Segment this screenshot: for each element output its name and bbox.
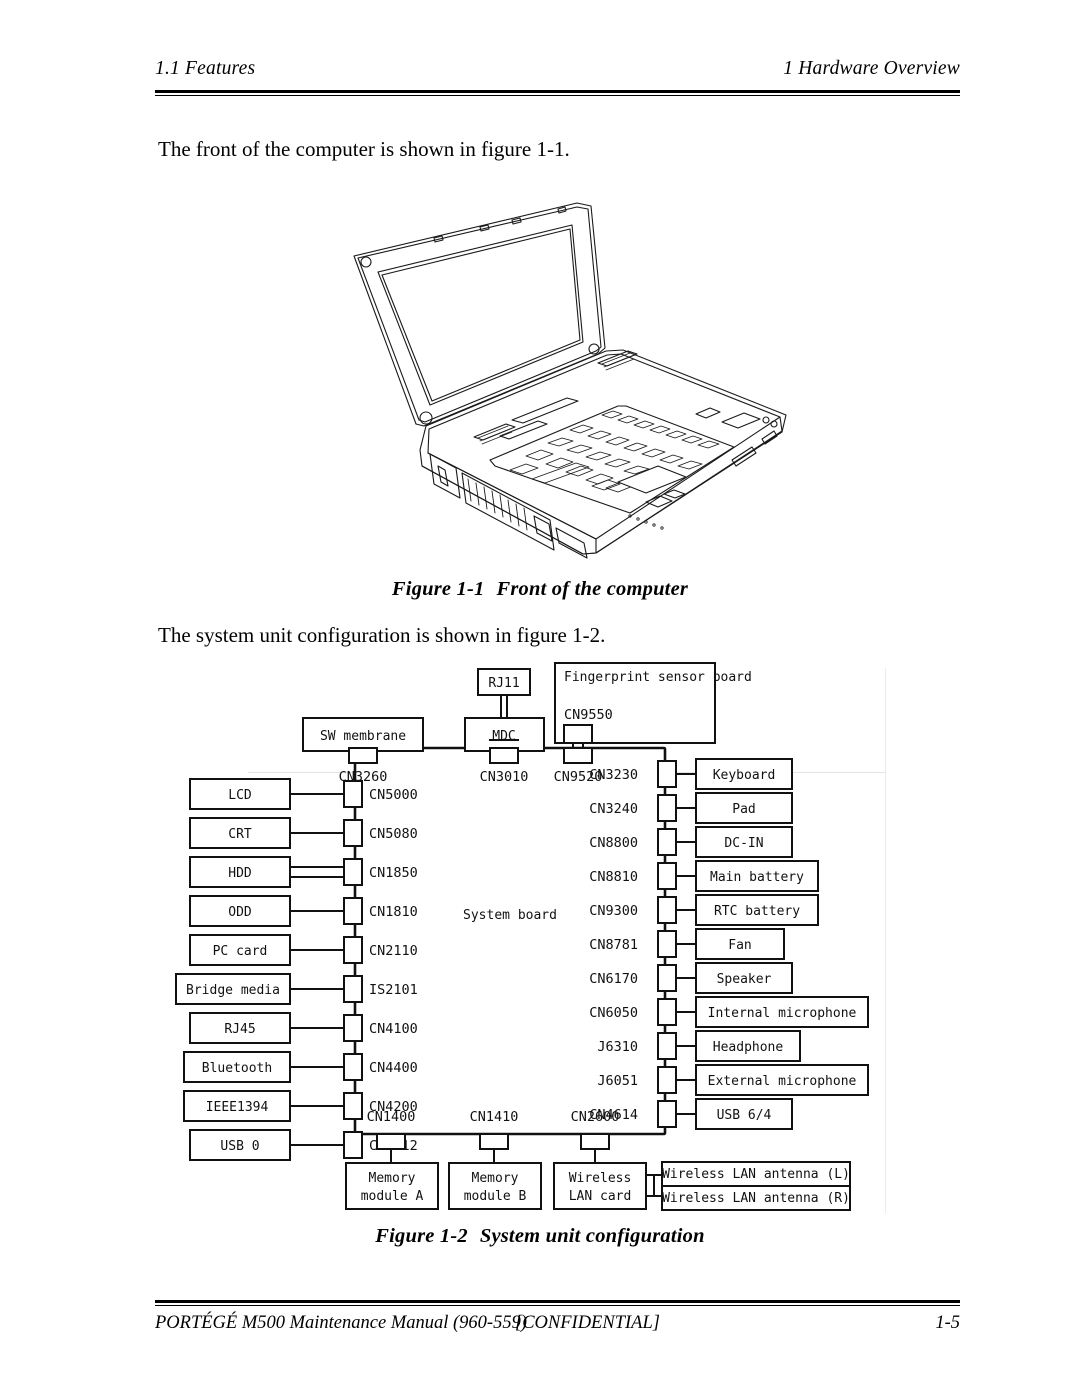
connector-cn4400: CN4400 <box>369 1060 418 1076</box>
figure-1-2-number: Figure 1-2 <box>375 1225 468 1247</box>
running-head: 1.1 Features 1 Hardware Overview <box>155 58 960 94</box>
module-wireless-lan-antenna-l: Wireless LAN antenna (L) <box>662 1167 850 1182</box>
module-usb-6-4: USB 6/4 <box>717 1108 772 1123</box>
module-rj45: RJ45 <box>224 1022 255 1037</box>
module-internal-microphone: Internal microphone <box>708 1006 857 1021</box>
module-pad: Pad <box>732 802 755 817</box>
module-keyboard: Keyboard <box>713 768 776 783</box>
header-section-title: 1.1 Features <box>155 58 256 79</box>
header-rule-upper <box>155 90 960 94</box>
footer-rule-lower <box>155 1305 960 1307</box>
module-crt: CRT <box>228 827 252 842</box>
module-hdd: HDD <box>228 866 252 881</box>
figure-1-1-title: Front of the computer <box>496 578 689 600</box>
module-lcd: LCD <box>228 788 252 803</box>
figure-1-1-number: Figure 1-1 <box>391 578 485 600</box>
module-memory-module-b-line2: module B <box>464 1189 527 1204</box>
paragraph-front-of-computer: The front of the computer is shown in fi… <box>158 137 570 161</box>
connector-cn5080: CN5080 <box>369 826 418 842</box>
connector-cn8810: CN8810 <box>589 869 638 885</box>
figure-1-2-title: System unit configuration <box>479 1225 705 1247</box>
connector-cn6050: CN6050 <box>589 1005 638 1021</box>
figure-1-2-caption: Figure 1-2 System unit configuration <box>0 1225 1080 1248</box>
module-sw-membrane: SW membrane <box>320 729 406 744</box>
module-external-microphone: External microphone <box>708 1074 857 1089</box>
right-module-group: CN3230 Keyboard CN3240 Pad CN8800 DC-IN … <box>589 758 869 1130</box>
module-wireless-lan-antenna-r: Wireless LAN antenna (R) <box>662 1191 850 1206</box>
connector-j6051: J6051 <box>597 1073 638 1089</box>
connector-cn2110: CN2110 <box>369 943 418 959</box>
module-odd: ODD <box>228 905 252 920</box>
connector-cn1850: CN1850 <box>369 865 418 881</box>
connector-cn9550: CN9550 <box>564 707 613 723</box>
paragraph-system-unit-config: The system unit configuration is shown i… <box>158 623 606 647</box>
module-dc-in: DC-IN <box>724 836 763 851</box>
connector-cn3010: CN3010 <box>480 769 529 785</box>
header-rule-lower <box>155 95 960 97</box>
connector-cn3240: CN3240 <box>589 801 638 817</box>
module-wireless-lan-card-line1: Wireless <box>569 1171 632 1186</box>
module-fan: Fan <box>728 938 751 953</box>
system-board-label: System board <box>463 908 557 923</box>
connector-cn8800: CN8800 <box>589 835 638 851</box>
module-rtc-battery: RTC battery <box>714 904 800 919</box>
manual-page: 1.1 Features 1 Hardware Overview The fro… <box>0 0 1080 1397</box>
module-wireless-lan-card-line2: LAN card <box>569 1189 632 1204</box>
module-headphone: Headphone <box>713 1040 784 1055</box>
module-bluetooth: Bluetooth <box>202 1061 272 1076</box>
connector-cn1810: CN1810 <box>369 904 418 920</box>
connector-cn8781: CN8781 <box>589 937 638 953</box>
connector-cn1410: CN1410 <box>470 1109 519 1125</box>
footer-manual-title: PORTÉGÉ M500 Maintenance Manual (960-559… <box>155 1313 527 1333</box>
connector-cn1400: CN1400 <box>367 1109 416 1125</box>
module-mdc: MDC <box>492 729 515 744</box>
connector-is2101: IS2101 <box>369 982 418 998</box>
connector-cn2600: CN2600 <box>571 1109 620 1125</box>
footer-rule-upper <box>155 1300 960 1304</box>
connector-cn5000: CN5000 <box>369 787 418 803</box>
module-ieee1394: IEEE1394 <box>206 1100 269 1115</box>
figure-1-1-laptop-illustration <box>330 198 790 573</box>
module-fingerprint-sensor-board-line1: Fingerprint sensor board <box>564 670 752 685</box>
footer-page-number: 1-5 <box>935 1313 960 1333</box>
module-memory-module-b-line1: Memory <box>472 1171 519 1186</box>
module-memory-module-a-line1: Memory <box>369 1171 416 1186</box>
module-pc-card: PC card <box>213 944 268 959</box>
connector-j6310: J6310 <box>597 1039 638 1055</box>
module-usb-0: USB 0 <box>220 1139 259 1154</box>
module-bridge-media: Bridge media <box>186 983 280 998</box>
connector-cn6170: CN6170 <box>589 971 638 987</box>
figure-1-1-caption: Figure 1-1 Front of the computer <box>0 578 1080 601</box>
header-chapter-title: 1 Hardware Overview <box>783 58 960 79</box>
module-main-battery: Main battery <box>710 870 804 885</box>
connector-cn4100: CN4100 <box>369 1021 418 1037</box>
connector-cn3230: CN3230 <box>589 767 638 783</box>
footer-confidential-marking: [CONFIDENTIAL] <box>515 1313 660 1333</box>
module-rj11: RJ11 <box>488 676 519 691</box>
module-speaker: Speaker <box>717 972 772 987</box>
page-footer: PORTÉGÉ M500 Maintenance Manual (960-559… <box>155 1313 960 1343</box>
module-memory-module-a-line2: module A <box>361 1189 424 1204</box>
connector-cn9300: CN9300 <box>589 903 638 919</box>
figure-1-2-block-diagram: .bx { fill:#ffffff; stroke:#111; stroke-… <box>140 655 940 1215</box>
